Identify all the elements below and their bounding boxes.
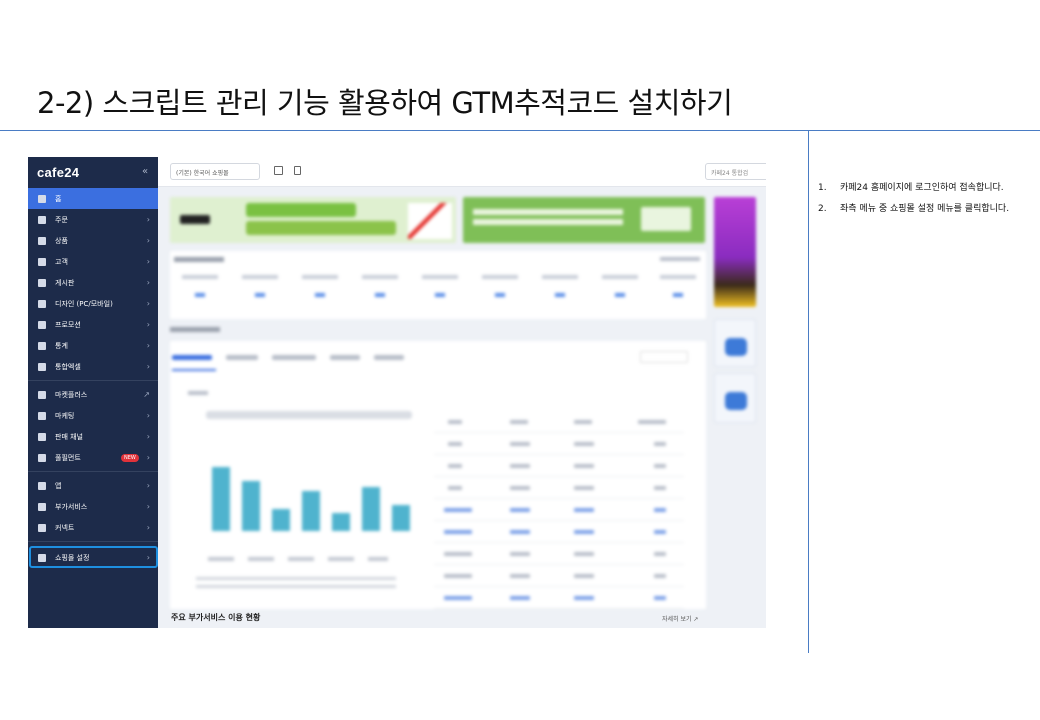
sidebar-item-stats[interactable]: 통계 ›	[28, 335, 158, 356]
truck-icon	[38, 453, 46, 462]
instruction-list: 1. 카페24 홈페이지에 로그인하여 접속합니다. 2. 좌측 메뉴 중 쇼핑…	[818, 182, 1036, 224]
side-ad-banner[interactable]	[714, 373, 756, 423]
chevron-right-icon: ›	[146, 236, 150, 245]
promo-banner[interactable]	[170, 197, 456, 243]
instruction-text: 좌측 메뉴 중 쇼핑몰 설정 메뉴를 클릭합니다.	[840, 204, 1010, 214]
instruction-text: 카페24 홈페이지에 로그인하여 접속합니다.	[840, 183, 1004, 193]
sidebar-item-label: 통합엑셀	[55, 362, 81, 371]
promo-banner[interactable]	[463, 197, 705, 243]
dashboard-content	[158, 187, 766, 628]
chevron-right-icon: ›	[146, 523, 150, 532]
sidebar-item-label: 앱	[55, 481, 62, 490]
sidebar-item-label: 프로모션	[55, 320, 81, 329]
sidebar-item-label: 마케팅	[55, 411, 75, 420]
cafe24-logo: cafe24	[37, 165, 80, 180]
stats-icon	[38, 341, 46, 350]
plus-box-icon	[38, 502, 46, 511]
instruction-item: 1. 카페24 홈페이지에 로그인하여 접속합니다.	[818, 182, 1036, 194]
chevron-right-icon: ›	[146, 299, 150, 308]
sidebar-item-label: 통계	[55, 341, 68, 350]
sidebar-item-label: 게시판	[55, 278, 75, 287]
palette-icon	[38, 299, 46, 308]
sidebar-divider	[28, 471, 158, 472]
sidebar-item-label: 판매 채널	[55, 432, 83, 441]
sidebar-item-label: 주문	[55, 215, 68, 224]
sidebar-item-products[interactable]: 상품 ›	[28, 230, 158, 251]
sidebar-item-fulfillment[interactable]: 풀필먼트 NEW ›	[28, 447, 158, 468]
shop-select-dropdown[interactable]: (기본) 한국어 쇼핑몰	[170, 163, 260, 180]
chevron-right-icon: ›	[146, 432, 150, 441]
sidebar-item-customers[interactable]: 고객 ›	[28, 251, 158, 272]
ticket-icon	[38, 320, 46, 329]
sidebar-item-label: 마켓플러스	[55, 390, 88, 399]
board-icon	[38, 278, 46, 287]
admin-topbar: (기본) 한국어 쇼핑몰 카페24 통합검	[158, 157, 766, 187]
sidebar-item-label: 디자인 (PC/모바일)	[55, 299, 113, 308]
megaphone-icon	[38, 411, 46, 420]
shop-settings-highlight-box	[29, 546, 158, 568]
sidebar-item-apps[interactable]: 앱 ›	[28, 475, 158, 496]
column-divider	[808, 130, 809, 653]
desktop-view-icon[interactable]	[274, 166, 283, 175]
chevron-right-icon: ›	[146, 341, 150, 350]
instruction-item: 2. 좌측 메뉴 중 쇼핑몰 설정 메뉴를 클릭합니다.	[818, 203, 1036, 215]
chevron-right-icon: ›	[146, 481, 150, 490]
sidebar-divider	[28, 541, 158, 542]
slide: 2-2) 스크립트 관리 기능 활용하여 GTM추적코드 설치하기 cafe24…	[0, 0, 1040, 720]
user-icon	[38, 257, 46, 266]
sidebar-item-label: 고객	[55, 257, 68, 266]
external-link-icon: ↗	[143, 390, 150, 399]
new-badge: NEW	[120, 453, 139, 462]
store-icon	[38, 432, 46, 441]
sidebar-item-marketing[interactable]: 마케팅 ›	[28, 405, 158, 426]
connect-icon	[38, 523, 46, 532]
sidebar-divider	[28, 380, 158, 381]
excel-icon	[38, 362, 46, 371]
chevron-right-icon: ›	[146, 257, 150, 266]
admin-sidebar: cafe24 « 홈 주문 › 상품 › 고객 › 게시판 › 디자인 (PC/…	[28, 157, 158, 628]
sidebar-item-marketplus[interactable]: 마켓플러스 ↗	[28, 384, 158, 405]
sidebar-item-sales-channel[interactable]: 판매 채널 ›	[28, 426, 158, 447]
sidebar-item-home[interactable]: 홈	[28, 188, 158, 209]
chevron-right-icon: ›	[146, 215, 150, 224]
addon-usage-title: 주요 부가서비스 이용 현황	[171, 613, 261, 622]
home-icon	[38, 194, 46, 203]
shirt-icon	[38, 236, 46, 245]
sidebar-item-design[interactable]: 디자인 (PC/모바일) ›	[28, 293, 158, 314]
sidebar-item-label: 상품	[55, 236, 68, 245]
mobile-view-icon[interactable]	[294, 166, 301, 175]
sidebar-item-label: 커넥트	[55, 523, 75, 532]
chevron-right-icon: ›	[146, 320, 150, 329]
chevron-right-icon: ›	[146, 278, 150, 287]
slide-title: 2-2) 스크립트 관리 기능 활용하여 GTM추적코드 설치하기	[37, 86, 733, 120]
view-more-link[interactable]: 자세히 보기 ↗	[662, 614, 698, 623]
chevron-right-icon: ›	[146, 502, 150, 511]
chevron-right-icon: ›	[146, 411, 150, 420]
instruction-number: 2.	[818, 204, 827, 214]
side-ad-banner[interactable]	[714, 197, 756, 307]
sidebar-item-label: 홈	[55, 194, 62, 203]
admin-screenshot: cafe24 « 홈 주문 › 상품 › 고객 › 게시판 › 디자인 (PC/…	[28, 157, 766, 628]
cart-icon	[38, 215, 46, 224]
sidebar-item-board[interactable]: 게시판 ›	[28, 272, 158, 293]
sidebar-item-connect[interactable]: 커넥트 ›	[28, 517, 158, 538]
sales-tabs[interactable]	[172, 355, 442, 365]
sidebar-item-promotion[interactable]: 프로모션 ›	[28, 314, 158, 335]
chevron-right-icon: ›	[146, 453, 150, 462]
sidebar-item-addon-services[interactable]: 부가서비스 ›	[28, 496, 158, 517]
market-icon	[38, 390, 46, 399]
sidebar-item-label: 부가서비스	[55, 502, 88, 511]
title-divider	[0, 130, 1040, 131]
collapse-sidebar-icon[interactable]: «	[142, 166, 148, 177]
sidebar-item-excel[interactable]: 통합엑셀 ›	[28, 356, 158, 377]
sidebar-item-orders[interactable]: 주문 ›	[28, 209, 158, 230]
chevron-right-icon: ›	[146, 362, 150, 371]
side-ad-banner[interactable]	[714, 319, 756, 367]
sidebar-item-label: 풀필먼트	[55, 453, 81, 462]
search-input[interactable]: 카페24 통합검	[705, 163, 766, 180]
apps-icon	[38, 481, 46, 490]
instruction-number: 1.	[818, 183, 827, 193]
